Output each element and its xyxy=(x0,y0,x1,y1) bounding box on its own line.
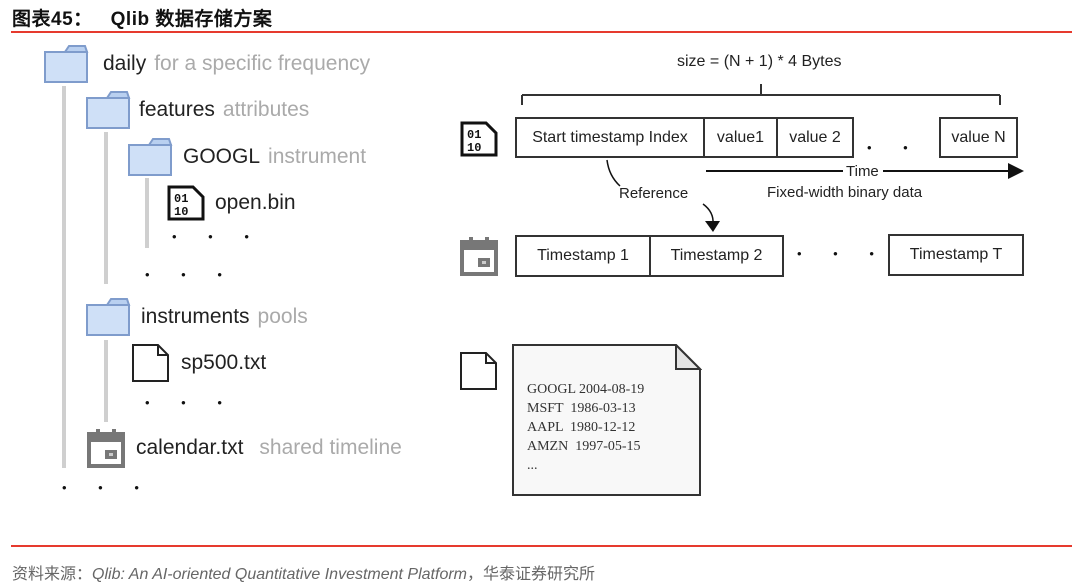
instrument-line: MSFT 1986-03-13 xyxy=(527,401,636,416)
instrument-line: GOOGL 2004-08-19 xyxy=(527,382,645,397)
cell-value-1: value1 xyxy=(703,117,778,158)
size-bracket xyxy=(521,84,1001,105)
text-file-icon xyxy=(460,352,497,390)
calendar-icon xyxy=(460,237,498,276)
instrument-line: ... xyxy=(527,458,538,473)
source-note: 资料来源：Qlib: An AI-oriented Quantitative I… xyxy=(12,560,595,584)
reference-arrowhead xyxy=(705,221,720,232)
bottom-divider xyxy=(11,545,1072,547)
reference-label: Reference xyxy=(619,185,689,202)
cell-value-n: value N xyxy=(939,117,1018,158)
cell-timestamp-1: Timestamp 1 xyxy=(515,235,651,277)
svg-text:01: 01 xyxy=(467,128,481,142)
source-prefix: 资料来源： xyxy=(12,566,93,583)
instruments-file-content: GOOGL 2004-08-19 MSFT 1986-03-13 AAPL 19… xyxy=(527,380,644,475)
cell-start-timestamp-index: Start timestamp Index xyxy=(515,117,705,158)
binary-file-icon: 01 10 xyxy=(460,121,498,157)
cell-timestamp-2: Timestamp 2 xyxy=(649,235,784,277)
svg-text:10: 10 xyxy=(467,141,481,155)
reference-curve-top xyxy=(606,159,621,187)
cell-timestamp-t: Timestamp T xyxy=(888,234,1024,276)
time-label: Time xyxy=(846,163,879,180)
instrument-line: AMZN 1997-05-15 xyxy=(527,439,641,454)
instrument-line: AAPL 1980-12-12 xyxy=(527,420,636,435)
fixed-width-label: Fixed-width binary data xyxy=(767,184,923,201)
diagram-connectors xyxy=(521,84,1024,232)
source-title: Qlib: An AI-oriented Quantitative Invest… xyxy=(92,566,467,583)
calendar-ellipsis: • • • xyxy=(797,246,888,261)
cell-value-2: value 2 xyxy=(776,117,854,158)
source-suffix: ，华泰证券研究所 xyxy=(467,566,596,583)
